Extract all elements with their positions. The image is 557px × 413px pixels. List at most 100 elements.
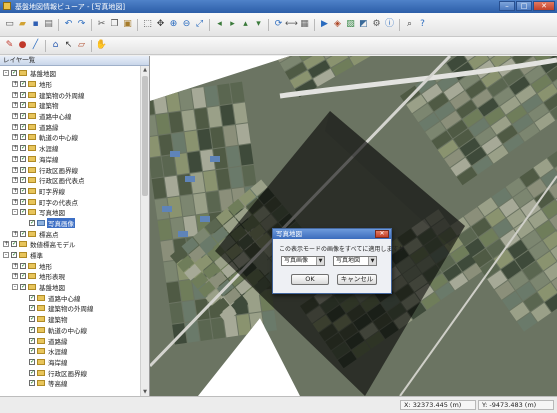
arrow-down-icon[interactable]: ▾: [253, 19, 264, 30]
grid-icon[interactable]: ▦: [299, 19, 310, 30]
layer-checkbox[interactable]: ✓: [20, 156, 26, 162]
arrow-right-icon[interactable]: ▸: [227, 19, 238, 30]
layer-tree-item[interactable]: ✓海岸線: [0, 357, 140, 368]
select-icon[interactable]: ⬚: [142, 19, 153, 30]
expand-icon[interactable]: +: [12, 102, 18, 108]
layer-tree-item[interactable]: +✓海岸線: [0, 154, 140, 165]
chevron-down-icon[interactable]: ▼: [368, 257, 376, 265]
expand-icon[interactable]: +: [12, 167, 18, 173]
map-view[interactable]: [150, 56, 557, 396]
line-icon[interactable]: ╱: [30, 40, 41, 51]
pan-icon[interactable]: ✥: [155, 19, 166, 30]
maximize-button[interactable]: □: [516, 1, 532, 11]
layer-checkbox[interactable]: ✓: [20, 134, 26, 140]
expand-icon[interactable]: +: [12, 273, 18, 279]
layer-checkbox[interactable]: ✓: [20, 167, 26, 173]
expand-icon[interactable]: +: [12, 177, 18, 183]
open-icon[interactable]: ▰: [17, 19, 28, 30]
dialog-close-button[interactable]: ✕: [375, 230, 389, 238]
expand-icon[interactable]: +: [12, 113, 18, 119]
layer-checkbox[interactable]: ✓: [20, 199, 26, 205]
layer-tree-item[interactable]: -✓基盤地図: [0, 68, 140, 79]
image-icon[interactable]: ▨: [345, 19, 356, 30]
layer-checkbox[interactable]: ✓: [29, 327, 35, 333]
layer-tree-item[interactable]: +✓数値標高モデル: [0, 239, 140, 250]
play-icon[interactable]: ▶: [319, 19, 330, 30]
layer-checkbox[interactable]: ✓: [20, 231, 26, 237]
arrow-up-icon[interactable]: ▴: [240, 19, 251, 30]
point-icon[interactable]: ●: [17, 40, 28, 51]
close-button[interactable]: ✕: [533, 1, 555, 11]
cut-icon[interactable]: ✂: [96, 19, 107, 30]
arrow-left-icon[interactable]: ◂: [214, 19, 225, 30]
expand-icon[interactable]: +: [12, 231, 18, 237]
layer-checkbox[interactable]: ✓: [29, 338, 35, 344]
scrollbar-thumb[interactable]: [142, 76, 148, 196]
layer-tree-item[interactable]: +✓道路縁: [0, 121, 140, 132]
house-icon[interactable]: ⌂: [50, 40, 61, 51]
layer-checkbox[interactable]: ✓: [20, 284, 26, 290]
pointer-icon[interactable]: ↖: [63, 40, 74, 51]
layer-tree-item[interactable]: +✓町字界線: [0, 186, 140, 197]
layer-checkbox[interactable]: ✓: [29, 316, 35, 322]
layer-checkbox[interactable]: ✓: [20, 92, 26, 98]
layer-tree-item[interactable]: -✓標準: [0, 250, 140, 261]
expand-icon[interactable]: +: [12, 156, 18, 162]
zoom-in-icon[interactable]: ⊕: [168, 19, 179, 30]
hand-icon[interactable]: ✋: [96, 40, 107, 51]
collapse-icon[interactable]: -: [3, 70, 9, 76]
layer-checkbox[interactable]: ✓: [20, 124, 26, 130]
layer-checkbox[interactable]: ✓: [11, 241, 17, 247]
expand-icon[interactable]: +: [12, 92, 18, 98]
mode-select-1[interactable]: 写真画像 ▼: [281, 256, 325, 266]
layer-tree-item[interactable]: +✓地形: [0, 79, 140, 90]
expand-icon[interactable]: +: [12, 188, 18, 194]
layer-checkbox[interactable]: ✓: [20, 188, 26, 194]
layer-tree-item[interactable]: -✓写真地図: [0, 207, 140, 218]
layer-checkbox[interactable]: ✓: [29, 295, 35, 301]
layer-tree-item[interactable]: +✓行政区画界線: [0, 164, 140, 175]
layer-checkbox[interactable]: ✓: [29, 305, 35, 311]
help-icon[interactable]: ?: [417, 19, 428, 30]
layer-tree-item[interactable]: +✓道路中心線: [0, 111, 140, 122]
layer-checkbox[interactable]: ✓: [20, 177, 26, 183]
paste-icon[interactable]: ▣: [122, 19, 133, 30]
layer-tree-item[interactable]: ✓軌道の中心線: [0, 325, 140, 336]
layer-tree-item[interactable]: ✓写真画像: [0, 218, 140, 229]
collapse-icon[interactable]: -: [12, 284, 18, 290]
scroll-down-icon[interactable]: ▼: [141, 388, 149, 396]
measure-icon[interactable]: ⟷: [286, 19, 297, 30]
layer-tree-item[interactable]: +✓水涯線: [0, 143, 140, 154]
layer-tree-item[interactable]: +✓軌道の中心線: [0, 132, 140, 143]
minimize-button[interactable]: –: [499, 1, 515, 11]
refresh-icon[interactable]: ⟳: [273, 19, 284, 30]
layer-checkbox[interactable]: ✓: [29, 370, 35, 376]
expand-icon[interactable]: +: [12, 124, 18, 130]
search-icon[interactable]: ⌕: [404, 19, 415, 30]
layer-tree-item[interactable]: +✓地形: [0, 260, 140, 271]
expand-icon[interactable]: +: [12, 199, 18, 205]
layer-tree-item[interactable]: ✓道路縁: [0, 335, 140, 346]
draw-icon[interactable]: ✎: [4, 40, 15, 51]
layer-checkbox[interactable]: ✓: [20, 113, 26, 119]
layer-tree-item[interactable]: ✓等高線: [0, 378, 140, 389]
collapse-icon[interactable]: -: [3, 252, 9, 258]
mode-select-2[interactable]: 写真地図 ▼: [333, 256, 377, 266]
layer-tree-item[interactable]: +✓建築物: [0, 100, 140, 111]
print-icon[interactable]: ▤: [43, 19, 54, 30]
layer-tree-item[interactable]: +✓行政区画代表点: [0, 175, 140, 186]
layer-tree-item[interactable]: ✓道路中心線: [0, 292, 140, 303]
expand-icon[interactable]: +: [3, 241, 9, 247]
zoom-out-icon[interactable]: ⊖: [181, 19, 192, 30]
expand-icon[interactable]: +: [12, 263, 18, 269]
settings-icon[interactable]: ⚙: [371, 19, 382, 30]
expand-icon[interactable]: +: [12, 81, 18, 87]
layer-checkbox[interactable]: ✓: [29, 380, 35, 386]
layer-checkbox[interactable]: ✓: [20, 263, 26, 269]
photo-icon[interactable]: ◩: [358, 19, 369, 30]
layer-checkbox[interactable]: ✓: [11, 252, 17, 258]
eraser-icon[interactable]: ▱: [76, 40, 87, 51]
layer-tree-item[interactable]: +✓町字の代表点: [0, 196, 140, 207]
layer-panel-scrollbar[interactable]: ▲ ▼: [140, 66, 149, 396]
copy-icon[interactable]: ❐: [109, 19, 120, 30]
